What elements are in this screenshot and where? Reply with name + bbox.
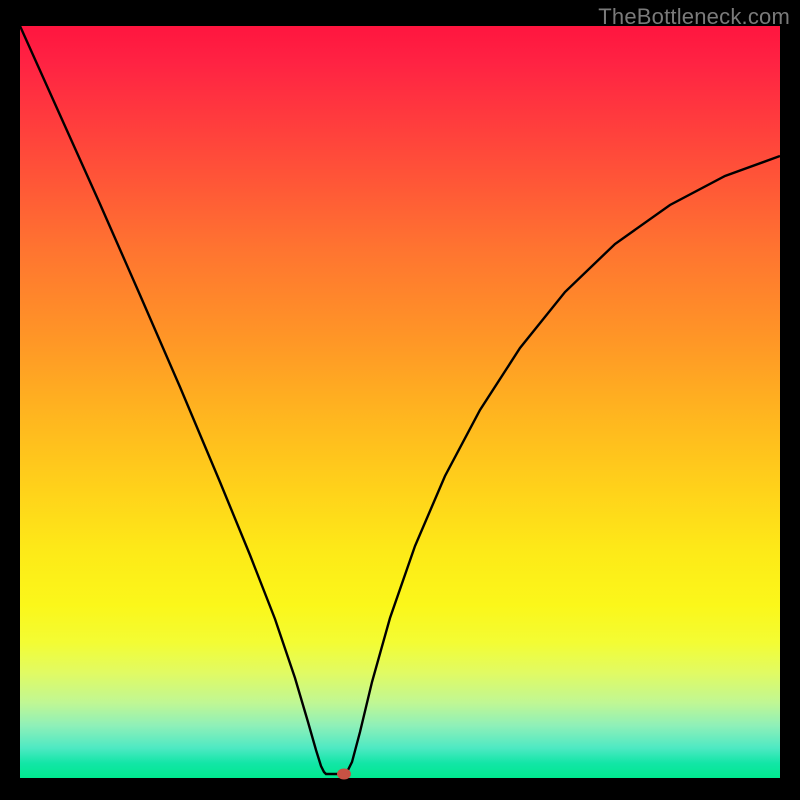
watermark-text: TheBottleneck.com <box>598 4 790 30</box>
curve-layer <box>20 26 780 778</box>
optimal-point-marker <box>337 769 351 780</box>
bottleneck-curve <box>20 26 780 774</box>
chart-area <box>20 26 780 778</box>
